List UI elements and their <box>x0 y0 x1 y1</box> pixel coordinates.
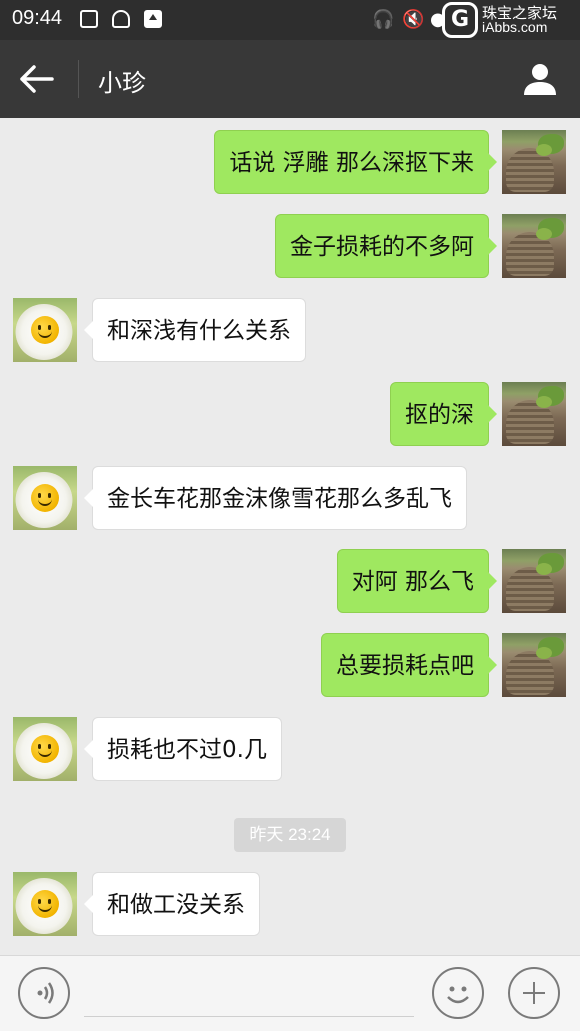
input-bar <box>0 955 580 1031</box>
headset-icon: 🎧 <box>372 9 395 30</box>
sent-message-bubble[interactable]: 抠的深 <box>390 382 497 446</box>
message-row: 损耗也不过0.几 <box>0 717 580 781</box>
message-input[interactable] <box>84 1016 414 1017</box>
back-button[interactable] <box>18 61 58 97</box>
chat-area[interactable]: 话说 浮雕 那么深抠下来金子损耗的不多阿和深浅有什么关系抠的深金长车花那金沫像雪… <box>0 118 580 955</box>
sent-message-bubble[interactable]: 总要损耗点吧 <box>321 633 497 697</box>
sent-message-bubble[interactable]: 金子损耗的不多阿 <box>275 214 497 278</box>
watermark-url: iAbbs.com <box>482 19 548 35</box>
watermark: G 珠宝之家坛 iAbbs.com <box>442 2 578 38</box>
contact-avatar[interactable] <box>13 717 77 781</box>
message-row: 抠的深 <box>0 382 580 446</box>
status-bar: 09:44 🎧 🔇 ● G 珠宝之家坛 iAbbs.com <box>0 0 580 40</box>
my-avatar[interactable] <box>502 633 566 697</box>
profile-button[interactable] <box>520 59 560 99</box>
back-arrow-icon <box>20 65 54 93</box>
upload-icon <box>144 10 162 28</box>
message-row: 和深浅有什么关系 <box>0 298 580 362</box>
emoji-button[interactable] <box>432 967 484 1019</box>
image-icon <box>80 10 98 28</box>
voice-button[interactable] <box>18 967 70 1019</box>
contact-avatar[interactable] <box>13 872 77 936</box>
more-button[interactable] <box>508 967 560 1019</box>
received-message-bubble[interactable]: 损耗也不过0.几 <box>84 717 282 781</box>
nav-divider <box>78 60 79 98</box>
mute-icon: 🔇 <box>402 9 425 30</box>
message-row: 金长车花那金沫像雪花那么多乱飞 <box>0 466 580 530</box>
received-message-bubble[interactable]: 金长车花那金沫像雪花那么多乱飞 <box>84 466 467 530</box>
message-row: 和做工没关系 <box>0 872 580 936</box>
chat-title: 小珍 <box>98 69 146 97</box>
message-row: 总要损耗点吧 <box>0 633 580 697</box>
notification-bell-icon <box>112 10 130 28</box>
message-row: 对阿 那么飞 <box>0 549 580 613</box>
voice-icon <box>37 982 54 1004</box>
contact-avatar[interactable] <box>13 466 77 530</box>
my-avatar[interactable] <box>502 382 566 446</box>
my-avatar[interactable] <box>502 214 566 278</box>
message-row: 话说 浮雕 那么深抠下来 <box>0 130 580 194</box>
my-avatar[interactable] <box>502 549 566 613</box>
nav-bar: 小珍 <box>0 40 580 118</box>
person-icon <box>524 64 556 95</box>
sent-message-bubble[interactable]: 话说 浮雕 那么深抠下来 <box>214 130 497 194</box>
watermark-logo: G <box>442 2 478 38</box>
timestamp-divider: 昨天 23:24 <box>234 818 346 852</box>
message-row: 金子损耗的不多阿 <box>0 214 580 278</box>
smiley-icon <box>447 986 469 1004</box>
received-message-bubble[interactable]: 和做工没关系 <box>84 872 260 936</box>
status-time: 09:44 <box>12 7 63 29</box>
sent-message-bubble[interactable]: 对阿 那么飞 <box>336 549 498 613</box>
received-message-bubble[interactable]: 和深浅有什么关系 <box>84 298 306 362</box>
contact-avatar[interactable] <box>13 298 77 362</box>
my-avatar[interactable] <box>502 130 566 194</box>
